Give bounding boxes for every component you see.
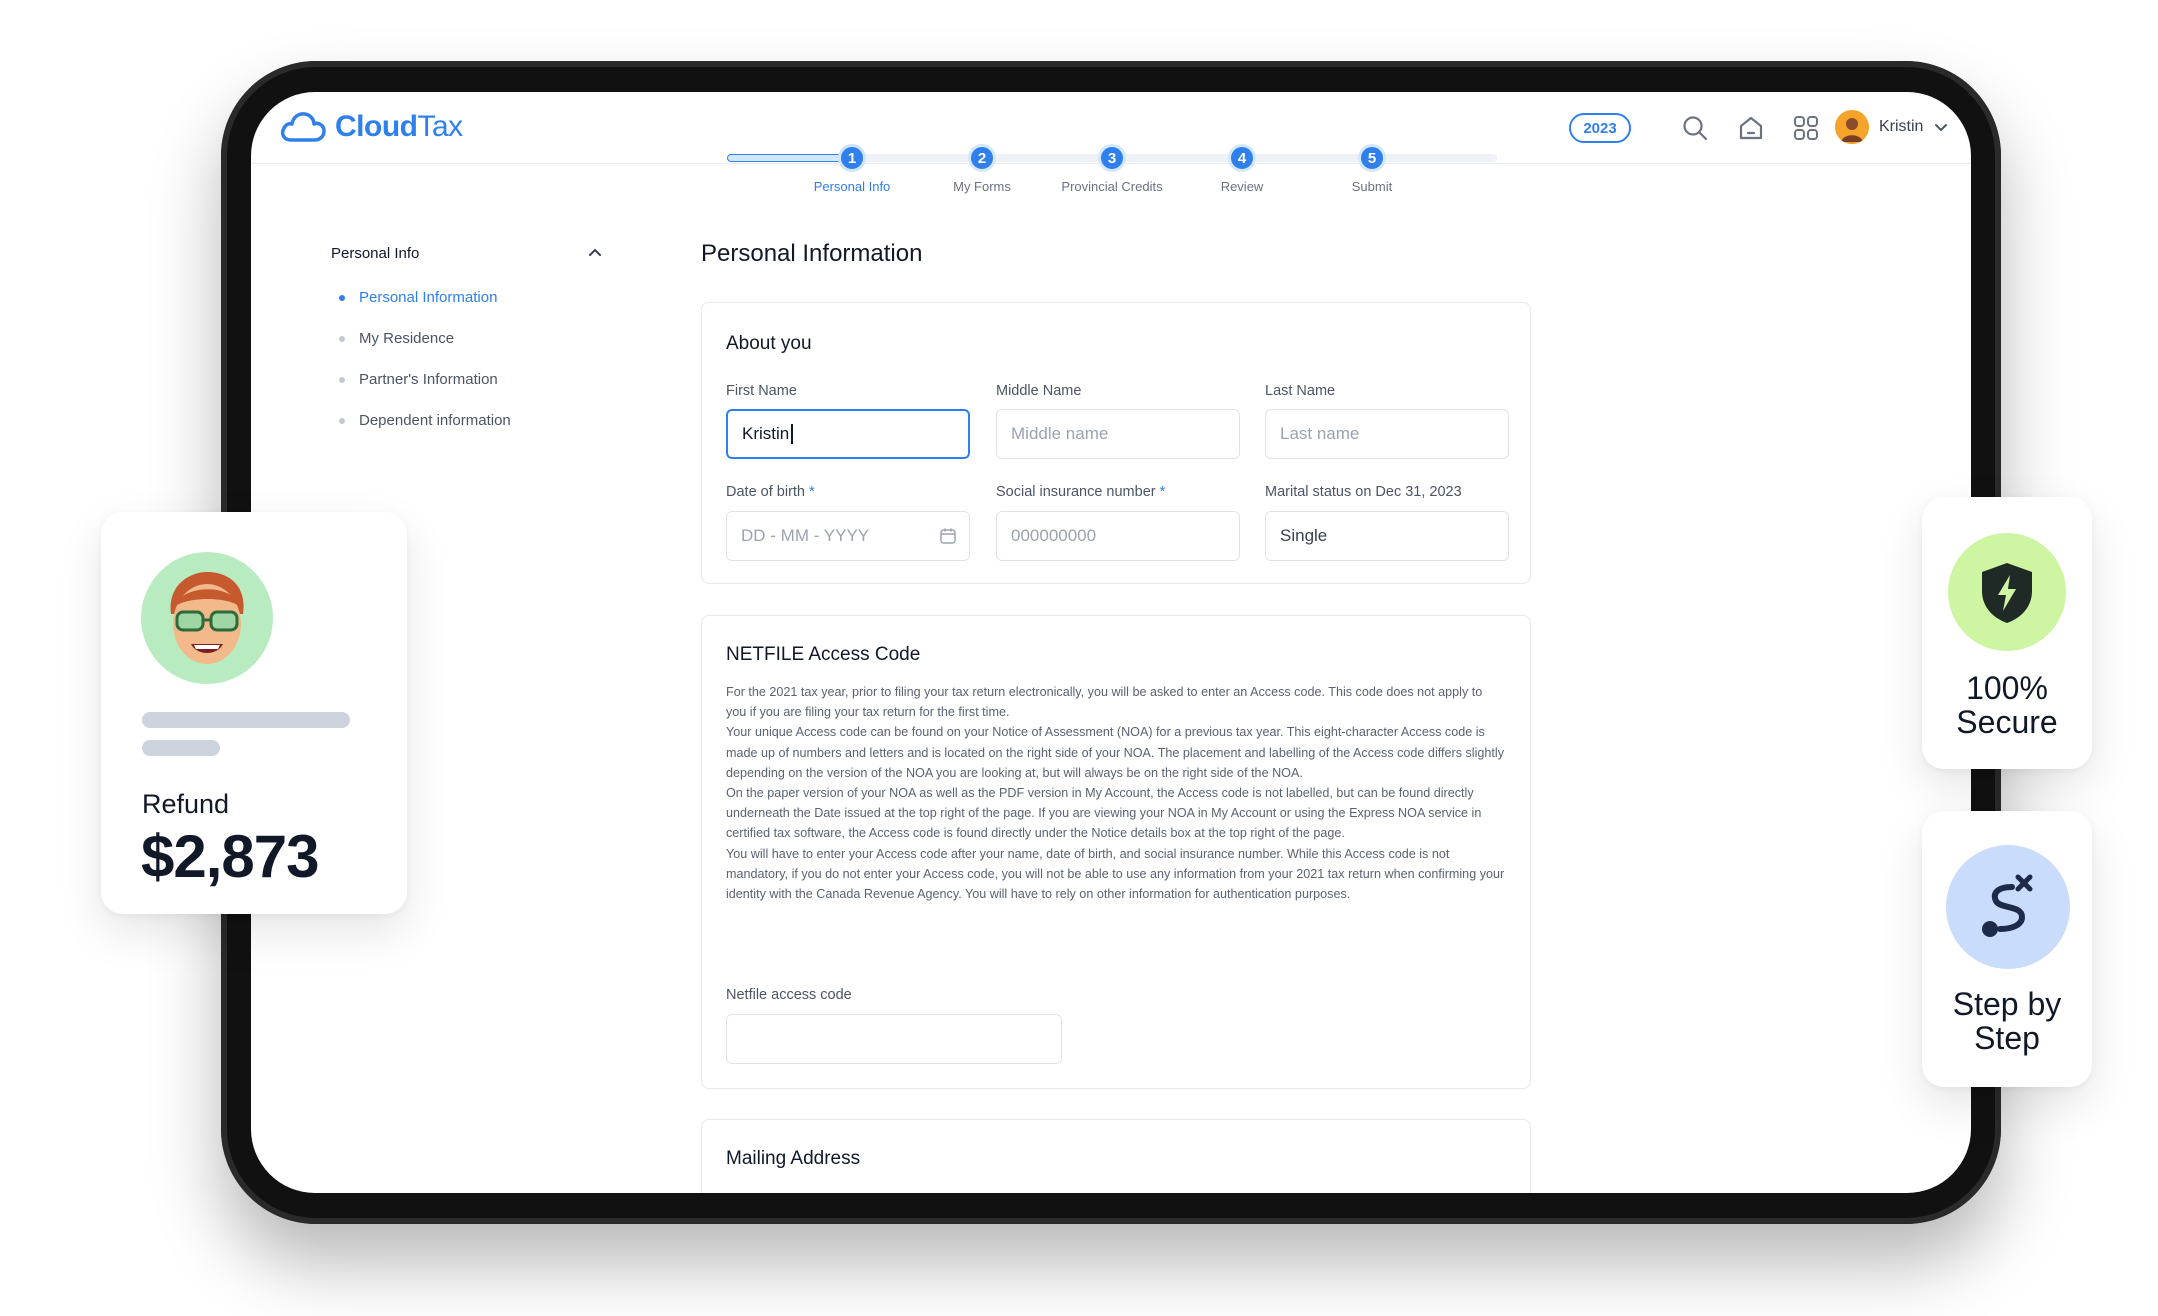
chevron-down-icon xyxy=(1935,124,1948,132)
logo[interactable]: CloudTax xyxy=(279,110,463,144)
step-personal-info[interactable]: 1 Personal Info xyxy=(792,144,912,194)
memoji-avatar xyxy=(141,552,273,684)
first-name-label: First Name xyxy=(726,383,797,399)
app-screen: CloudTax 2023 Kristin 1 Personal Info 2 … xyxy=(251,92,1971,1193)
user-menu[interactable]: Kristin xyxy=(1835,110,1949,144)
home-icon[interactable] xyxy=(1737,114,1765,142)
cloud-icon xyxy=(280,112,326,142)
sin-label: Social insurance number * xyxy=(996,484,1166,500)
marital-status-select[interactable]: Single xyxy=(1265,511,1509,561)
tablet-frame: CloudTax 2023 Kristin 1 Personal Info 2 … xyxy=(221,61,2001,1224)
refund-card: Refund $2,873 xyxy=(101,512,407,914)
middle-name-input[interactable]: Middle name xyxy=(996,409,1240,459)
sidebar-nav: Personal Information My Residence Partne… xyxy=(331,277,511,441)
tax-year-badge[interactable]: 2023 xyxy=(1569,113,1631,143)
mailing-address-card: Mailing Address xyxy=(701,1119,1531,1193)
step-line1: Step by xyxy=(1952,986,2062,1022)
calendar-icon[interactable] xyxy=(939,527,957,545)
netfile-description: For the 2021 tax year, prior to filing y… xyxy=(726,685,1505,902)
placeholder-bar-short xyxy=(142,740,220,756)
last-name-input[interactable]: Last name xyxy=(1265,409,1509,459)
step-review[interactable]: 4 Review xyxy=(1182,144,1302,194)
middle-name-label: Middle Name xyxy=(996,383,1082,399)
marital-status-label: Marital status on Dec 31, 2023 xyxy=(1265,484,1462,500)
user-name: Kristin xyxy=(1879,118,1924,135)
netfile-card: NETFILE Access Code For the 2021 tax yea… xyxy=(701,615,1531,1089)
netfile-code-input[interactable] xyxy=(726,1014,1062,1064)
secure-line2: Secure xyxy=(1956,704,2058,740)
netfile-title: NETFILE Access Code xyxy=(726,644,921,665)
route-icon xyxy=(1946,845,2070,969)
page-title: Personal Information xyxy=(701,240,923,267)
about-you-title: About you xyxy=(726,333,812,354)
shield-bolt-icon xyxy=(1948,533,2066,651)
step-submit[interactable]: 5 Submit xyxy=(1312,144,1432,194)
search-icon[interactable] xyxy=(1681,114,1709,142)
mailing-address-title: Mailing Address xyxy=(726,1148,861,1169)
refund-amount: $2,873 xyxy=(141,823,320,890)
netfile-code-label: Netfile access code xyxy=(726,987,852,1003)
logo-text: CloudTax xyxy=(335,110,463,143)
step-by-step-card: Step by Step xyxy=(1922,811,2092,1087)
progress-stepper: 1 Personal Info 2 My Forms 3 Provincial … xyxy=(727,144,1497,214)
dob-input[interactable]: DD - MM - YYYY xyxy=(726,511,970,561)
last-name-label: Last Name xyxy=(1265,383,1336,399)
chevron-up-icon[interactable] xyxy=(585,242,605,262)
sin-input[interactable]: 000000000 xyxy=(996,511,1240,561)
about-you-card: About you First Name Kristin Middle Name… xyxy=(701,302,1531,584)
sidebar-item-my-residence[interactable]: My Residence xyxy=(331,318,511,359)
placeholder-bar xyxy=(142,712,350,728)
step-line2: Step xyxy=(1974,1020,2040,1056)
dob-label: Date of birth * xyxy=(726,484,815,500)
step-my-forms[interactable]: 2 My Forms xyxy=(922,144,1042,194)
sidebar-item-personal-information[interactable]: Personal Information xyxy=(331,277,511,318)
secure-card: 100% Secure xyxy=(1922,497,2092,769)
grid-icon[interactable] xyxy=(1792,114,1820,142)
refund-label: Refund xyxy=(142,789,230,819)
avatar xyxy=(1835,110,1869,144)
first-name-input[interactable]: Kristin xyxy=(726,409,970,459)
sidebar-item-dependent-information[interactable]: Dependent information xyxy=(331,400,511,441)
sidebar-section-title[interactable]: Personal Info xyxy=(331,245,419,262)
secure-line1: 100% xyxy=(1966,670,2048,706)
step-provincial-credits[interactable]: 3 Provincial Credits xyxy=(1052,144,1172,194)
sidebar-item-partners-information[interactable]: Partner's Information xyxy=(331,359,511,400)
